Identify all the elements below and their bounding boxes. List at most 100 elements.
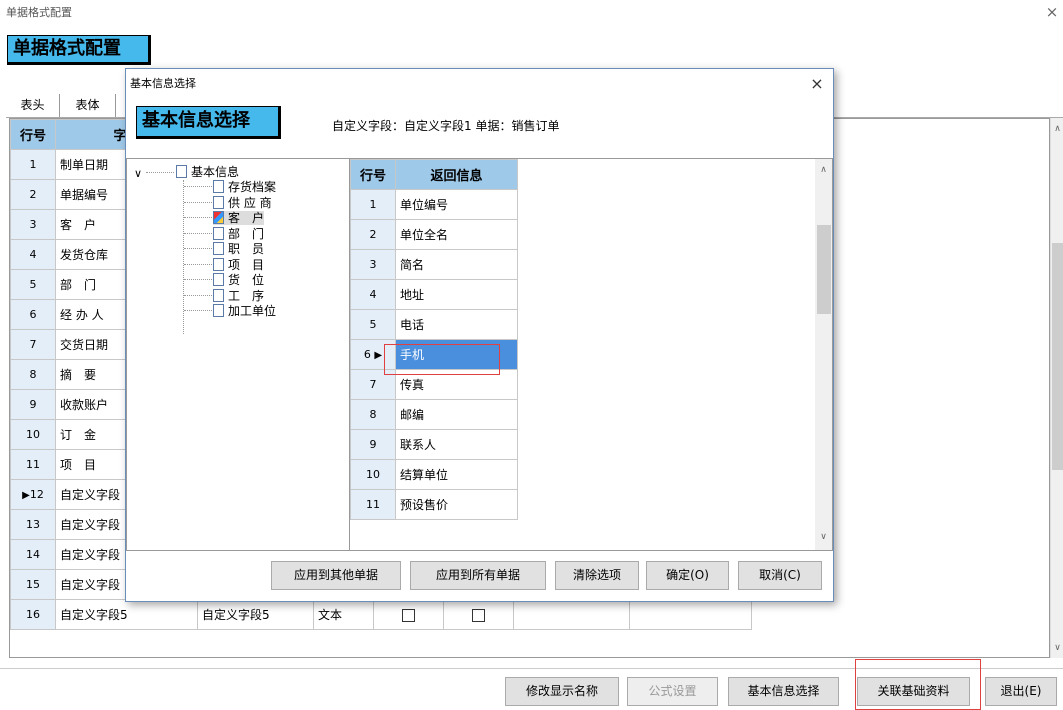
tree-expand-toggle[interactable]: ∨ [134,166,142,181]
col-header-return-info[interactable]: 返回信息 [396,160,518,190]
tree-item[interactable]: 工 序 [213,289,264,303]
tab-body[interactable]: 表体 [60,94,116,118]
row-number: 2 [11,180,56,210]
row-number: 8 [351,400,396,430]
table-row[interactable]: 16自定义字段5自定义字段5文本 [11,600,752,630]
row-number: 7 [11,330,56,360]
tree-item[interactable]: 部 门 [213,227,264,241]
row-number: 3 [351,250,396,280]
window-close-button[interactable]: × [1041,0,1063,22]
col-header-rownum[interactable]: 行号 [11,120,56,150]
dialog-title: 基本信息选择 [130,75,196,91]
row-number: 6 [11,300,56,330]
info-tree[interactable]: ∨ 基本信息 存货档案供 应 商客 户部 门职 员项 目货 位工 序加工单位 [126,158,350,551]
scrollbar-thumb[interactable] [817,225,831,314]
scrollbar-thumb[interactable] [1052,243,1063,470]
chevron-down-icon[interactable]: ∨ [817,532,830,542]
field-cell[interactable]: 自定义字段5 [56,600,198,630]
type-cell[interactable]: 文本 [314,600,374,630]
return-info-cell[interactable]: 邮编 [396,400,518,430]
tree-item[interactable]: 供 应 商 [213,196,272,210]
clear-options-button[interactable]: 清除选项 [555,561,639,590]
row-number: 3 [11,210,56,240]
row-number: 4 [11,240,56,270]
exit-button[interactable]: 退出(E) [985,677,1057,706]
dialog-close-button[interactable]: × [803,71,831,97]
row-number: 5 [11,270,56,300]
cancel-button[interactable]: 取消(C) [738,561,822,590]
col-header-rownum[interactable]: 行号 [351,160,396,190]
document-icon [213,242,224,255]
chevron-up-icon[interactable]: ∧ [1051,124,1063,134]
return-info-cell[interactable]: 简名 [396,250,518,280]
tree-item[interactable]: 加工单位 [213,304,276,318]
page-heading: 单据格式配置 [7,35,151,65]
row-number: 11 [11,450,56,480]
grid-scrollbar[interactable]: ∧ ∨ [1050,118,1063,658]
row-number: 13 [11,510,56,540]
ok-button[interactable]: 确定(O) [646,561,729,590]
table-row[interactable]: 9联系人 [351,430,518,460]
document-icon [213,258,224,271]
triangle-right-icon: ▶ [374,350,382,361]
table-row[interactable]: 2单位全名 [351,220,518,250]
cell[interactable] [630,600,752,630]
chevron-down-icon[interactable]: ∨ [1051,643,1063,653]
dialog-grid-scrollbar[interactable]: ∧ ∨ [815,159,832,550]
apply-other-bills-button[interactable]: 应用到其他单据 [271,561,401,590]
return-info-cell[interactable]: 单位编号 [396,190,518,220]
row-number: 2 [351,220,396,250]
row-number: 9 [11,390,56,420]
table-row[interactable]: 8邮编 [351,400,518,430]
chevron-down-icon[interactable]: ∨ [134,167,142,180]
row-number: 16 [11,600,56,630]
return-info-cell[interactable]: 联系人 [396,430,518,460]
table-row[interactable]: 1单位编号 [351,190,518,220]
document-icon [176,165,187,178]
dialog-heading: 基本信息选择 [136,106,281,139]
row-number: 14 [11,540,56,570]
checkbox[interactable] [472,609,485,622]
highlight-box [855,659,981,710]
return-info-cell[interactable]: 结算单位 [396,460,518,490]
tree-item[interactable]: 货 位 [213,273,264,287]
return-info-cell[interactable]: 地址 [396,280,518,310]
document-icon [213,227,224,240]
row-number: 4 [351,280,396,310]
basic-info-dialog: 基本信息选择 × 基本信息选择 自定义字段：自定义字段1 单据：销售订单 ∨ 基… [125,68,834,602]
customer-icon [213,211,224,224]
row-number: 1 [11,150,56,180]
checkbox-cell[interactable] [444,600,514,630]
return-info-cell[interactable]: 预设售价 [396,490,518,520]
document-icon [213,196,224,209]
row-number: 11 [351,490,396,520]
highlight-box [384,344,500,375]
row-number: 10 [11,420,56,450]
tree-item[interactable]: 存货档案 [213,180,276,194]
apply-all-bills-button[interactable]: 应用到所有单据 [410,561,546,590]
row-number: 15 [11,570,56,600]
chevron-up-icon[interactable]: ∧ [817,165,830,175]
cell[interactable] [514,600,630,630]
basic-info-select-button[interactable]: 基本信息选择 [728,677,839,706]
table-row[interactable]: 4地址 [351,280,518,310]
return-info-cell[interactable]: 单位全名 [396,220,518,250]
checkbox-cell[interactable] [374,600,444,630]
tree-item[interactable]: 项 目 [213,258,264,272]
document-icon [213,304,224,317]
tree-root[interactable]: 基本信息 [176,165,239,179]
rename-display-button[interactable]: 修改显示名称 [505,677,619,706]
return-info-cell[interactable]: 电话 [396,310,518,340]
table-row[interactable]: 10结算单位 [351,460,518,490]
dialog-info-text: 自定义字段：自定义字段1 单据：销售订单 [332,117,559,134]
checkbox[interactable] [402,609,415,622]
table-row[interactable]: 3简名 [351,250,518,280]
display-cell[interactable]: 自定义字段5 [198,600,314,630]
row-number: 9 [351,430,396,460]
formula-settings-button[interactable]: 公式设置 [627,677,718,706]
tree-item[interactable]: 客 户 [213,211,264,225]
table-row[interactable]: 5电话 [351,310,518,340]
tab-header[interactable]: 表头 [6,94,60,118]
tree-item[interactable]: 职 员 [213,242,264,256]
table-row[interactable]: 11预设售价 [351,490,518,520]
